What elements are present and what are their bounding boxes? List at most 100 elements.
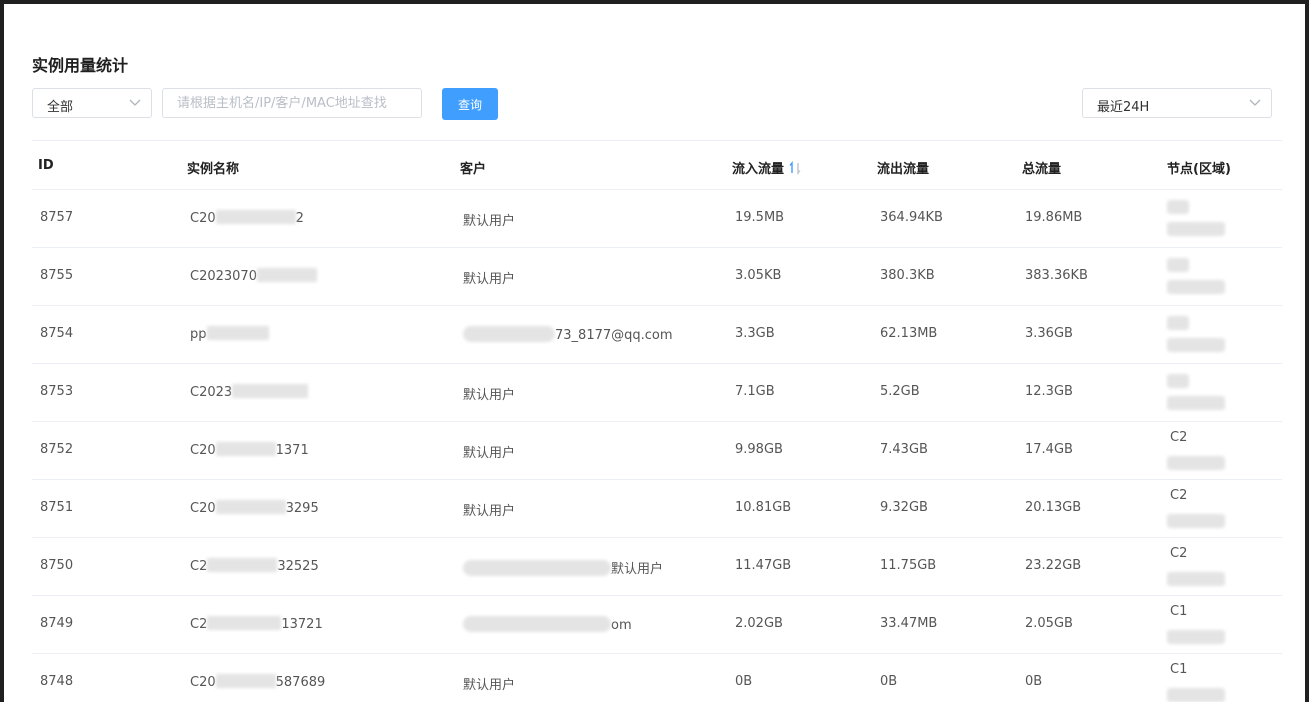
cell-inbound: 19.5MB — [735, 210, 785, 225]
customer-text: 默认用户 — [463, 678, 516, 693]
redacted-text — [206, 326, 269, 340]
cell-instance-name[interactable]: C2 32525 — [190, 558, 319, 574]
instance-name-prefix: C20 — [190, 443, 216, 458]
cell-total: 23.22GB — [1025, 558, 1082, 573]
cell-node-region: C2 — [1167, 488, 1237, 532]
redacted-text — [1167, 200, 1189, 214]
instance-name-prefix: C20 — [190, 675, 216, 690]
redacted-text — [463, 560, 611, 576]
sort-icon[interactable] — [788, 161, 802, 175]
cell-node-region: C1 — [1167, 662, 1237, 702]
cell-id: 8755 — [40, 268, 74, 283]
search-input[interactable] — [162, 88, 422, 118]
instance-name-prefix: C20 — [190, 501, 216, 516]
node-label: C2 — [1170, 488, 1188, 503]
table-body: 8757 C20 2 默认用户 19.5MB 364.94KB 19.86MB 8755 C20… — [32, 190, 1282, 702]
cell-outbound: 5.2GB — [880, 384, 920, 399]
customer-text: om — [611, 618, 632, 633]
redacted-text — [1167, 316, 1189, 330]
customer-text: 默认用户 — [463, 446, 516, 461]
redacted-text — [215, 500, 286, 514]
table-row[interactable]: 8755 C2023070 默认用户 3.05KB 380.3KB 383.36KB — [32, 248, 1282, 306]
cell-inbound: 3.05KB — [735, 268, 782, 283]
cell-inbound: 3.3GB — [735, 326, 775, 341]
redacted-text — [1167, 338, 1225, 352]
cell-instance-name[interactable]: C20 587689 — [190, 674, 325, 690]
cell-total: 3.36GB — [1025, 326, 1073, 341]
table-row[interactable]: 8750 C2 32525 默认用户 11.47GB 11.75GB 23.22GB C2 — [32, 538, 1282, 596]
chevron-down-icon — [1249, 99, 1261, 106]
redacted-text — [215, 442, 276, 456]
redacted-text — [215, 210, 296, 224]
instance-name-suffix: 1371 — [275, 443, 309, 458]
cell-instance-name[interactable]: C2 13721 — [190, 616, 323, 632]
cell-total: 12.3GB — [1025, 384, 1073, 399]
column-header-inbound-label: 流入流量 — [732, 162, 785, 177]
cell-id: 8753 — [40, 384, 74, 399]
time-range-value: 最近24H — [1097, 100, 1150, 115]
table-row[interactable]: 8752 C20 1371 默认用户 9.98GB 7.43GB 17.4GB C2 — [32, 422, 1282, 480]
cell-instance-name[interactable]: C20 1371 — [190, 442, 309, 458]
cell-instance-name[interactable]: C2023 — [190, 384, 309, 400]
cell-total: 20.13GB — [1025, 500, 1082, 515]
cell-id: 8751 — [40, 500, 74, 515]
table-row[interactable]: 8749 C2 13721 om 2.02GB 33.47MB 2.05GB C1 — [32, 596, 1282, 654]
usage-table: ID 实例名称 客户 流入流量 流出流量 总流量 节点(区域) 8757 C20 2… — [32, 140, 1282, 702]
redacted-text — [1167, 456, 1225, 470]
instance-name-suffix: 13721 — [281, 617, 323, 632]
node-label: C2 — [1170, 546, 1188, 561]
table-row[interactable]: 8754 pp 73_8177@qq.com 3.3GB 62.13MB 3.36GB — [32, 306, 1282, 364]
chevron-down-icon — [129, 99, 141, 106]
redacted-text — [463, 326, 555, 342]
redacted-text — [1167, 630, 1225, 644]
cell-customer: 默认用户 — [463, 384, 515, 403]
cell-customer: 默认用户 — [463, 558, 663, 577]
cell-inbound: 2.02GB — [735, 616, 783, 631]
cell-instance-name[interactable]: C20 2 — [190, 210, 304, 226]
cell-instance-name[interactable]: C2023070 — [190, 268, 317, 284]
redacted-text — [1167, 514, 1225, 528]
cell-instance-name[interactable]: C20 3295 — [190, 500, 319, 516]
cell-customer: 默认用户 — [463, 268, 515, 287]
cell-inbound: 10.81GB — [735, 500, 792, 515]
redacted-text — [207, 558, 278, 572]
page-title: 实例用量统计 — [32, 56, 129, 75]
cell-id: 8749 — [40, 616, 74, 631]
cell-outbound: 7.43GB — [880, 442, 928, 457]
redacted-text — [207, 616, 282, 630]
cell-id: 8752 — [40, 442, 74, 457]
column-header-customer: 客户 — [460, 162, 487, 177]
cell-customer: 默认用户 — [463, 500, 515, 519]
cell-inbound: 11.47GB — [735, 558, 792, 573]
time-range-select[interactable]: 最近24H — [1082, 88, 1272, 118]
instance-name-prefix: C20 — [190, 211, 216, 226]
instance-name-suffix: 2 — [295, 211, 304, 226]
instance-name-prefix: C2 — [190, 559, 208, 574]
cell-outbound: 9.32GB — [880, 500, 928, 515]
redacted-text — [1167, 572, 1225, 586]
table-row[interactable]: 8748 C20 587689 默认用户 0B 0B 0B C1 — [32, 654, 1282, 702]
cell-id: 8757 — [40, 210, 74, 225]
cell-node-region — [1167, 256, 1237, 300]
table-row[interactable]: 8753 C2023 默认用户 7.1GB 5.2GB 12.3GB — [32, 364, 1282, 422]
table-row[interactable]: 8751 C20 3295 默认用户 10.81GB 9.32GB 20.13GB C2 — [32, 480, 1282, 538]
cell-instance-name[interactable]: pp — [190, 326, 269, 342]
cell-outbound: 33.47MB — [880, 616, 938, 631]
table-row[interactable]: 8757 C20 2 默认用户 19.5MB 364.94KB 19.86MB — [32, 190, 1282, 248]
cell-id: 8754 — [40, 326, 74, 341]
cell-customer: 默认用户 — [463, 210, 515, 229]
cell-customer: 默认用户 — [463, 442, 515, 461]
redacted-text — [215, 674, 276, 688]
customer-text: 默认用户 — [463, 504, 516, 519]
instance-name-suffix: 587689 — [275, 675, 326, 690]
query-button[interactable]: 查询 — [442, 88, 498, 120]
redacted-text — [1167, 280, 1225, 294]
scope-select[interactable]: 全部 — [32, 88, 152, 118]
node-label: C1 — [1170, 662, 1188, 677]
instance-name-prefix: C2023 — [190, 385, 233, 400]
redacted-text — [463, 616, 611, 632]
cell-customer: 73_8177@qq.com — [463, 326, 673, 343]
cell-total: 0B — [1025, 674, 1043, 689]
instance-name-prefix: pp — [190, 327, 207, 342]
column-header-inbound-traffic[interactable]: 流入流量 — [732, 158, 802, 177]
